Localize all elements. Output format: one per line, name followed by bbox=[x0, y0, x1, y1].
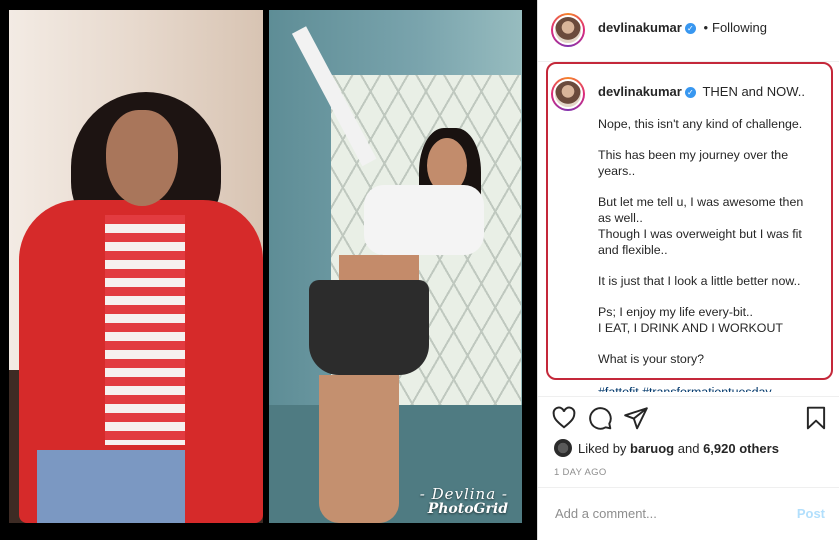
caption-paragraph: But let me tell u, I was awesome then as… bbox=[598, 195, 804, 257]
jeans bbox=[37, 450, 185, 523]
post-photo[interactable]: - Devlina - PhotoGrid bbox=[0, 0, 537, 540]
person-face bbox=[106, 110, 178, 206]
caption-paragraph: This has been my journey over the years.… bbox=[598, 148, 789, 178]
caption-hashtags[interactable]: #fattofit #transformationtuesday bbox=[598, 384, 828, 392]
verified-badge-icon: ✓ bbox=[684, 87, 696, 99]
comment-input[interactable] bbox=[553, 505, 777, 522]
header-username[interactable]: devlinakumar bbox=[598, 20, 682, 35]
watermark-app: PhotoGrid bbox=[427, 501, 508, 518]
caption-username[interactable]: devlinakumar bbox=[598, 84, 682, 99]
action-bar bbox=[538, 396, 839, 437]
avatar-image bbox=[553, 15, 583, 45]
caption-author-avatar[interactable] bbox=[551, 77, 585, 111]
white-crop-top bbox=[364, 185, 484, 255]
bookmark-icon[interactable] bbox=[803, 405, 829, 431]
comment-icon[interactable] bbox=[587, 405, 613, 431]
black-skirt bbox=[309, 280, 429, 375]
caption-paragraph: It is just that I look a little better n… bbox=[598, 274, 801, 288]
post-header: devlinakumar ✓ • Following bbox=[538, 0, 839, 62]
separator-dot: • bbox=[703, 20, 709, 35]
post-details-panel: devlinakumar ✓ • Following devlinakumar ✓ T… bbox=[537, 0, 839, 540]
photogrid-watermark: - Devlina - PhotoGrid bbox=[419, 484, 508, 518]
striped-shirt bbox=[105, 215, 185, 445]
after-photo: - Devlina - PhotoGrid bbox=[269, 10, 522, 523]
caption-title: THEN and NOW.. bbox=[702, 84, 806, 99]
likes-others-link[interactable]: 6,920 others bbox=[703, 441, 779, 456]
heart-icon[interactable] bbox=[551, 405, 577, 431]
comment-bar: Post bbox=[538, 487, 839, 541]
header-user-line: devlinakumar ✓ • Following bbox=[598, 20, 767, 35]
legs bbox=[319, 375, 399, 523]
share-icon[interactable] bbox=[623, 405, 649, 431]
caption-paragraph: What is your story? bbox=[598, 352, 705, 366]
caption-user-line: devlinakumar ✓ THEN and NOW.. bbox=[598, 84, 805, 99]
caption-highlight-box: devlinakumar ✓ THEN and NOW.. Nope, this … bbox=[546, 62, 833, 380]
avatar-image bbox=[553, 79, 583, 109]
caption-paragraph: Ps; I enjoy my life every-bit.. I EAT, I… bbox=[598, 305, 783, 335]
post-timestamp[interactable]: 1 DAY AGO bbox=[554, 467, 607, 478]
following-button[interactable]: Following bbox=[712, 20, 767, 35]
caption-body: Nope, this isn't any kind of challenge. … bbox=[598, 116, 818, 382]
liker-username[interactable]: baruog bbox=[630, 441, 674, 456]
author-avatar[interactable] bbox=[551, 13, 585, 47]
before-photo bbox=[9, 10, 263, 523]
comments-section[interactable]: devlinakumar ✓ THEN and NOW.. Nope, this … bbox=[538, 62, 839, 392]
likes-prefix: Liked by bbox=[578, 440, 627, 456]
likes-summary: Liked by baruog and 6,920 others bbox=[554, 439, 779, 457]
likes-conjunction: and bbox=[677, 440, 700, 456]
verified-badge-icon: ✓ bbox=[684, 23, 696, 35]
liker-avatar[interactable] bbox=[554, 439, 572, 457]
watermark-name: - Devlina - bbox=[419, 484, 508, 503]
caption-paragraph: Nope, this isn't any kind of challenge. bbox=[598, 117, 803, 131]
post-comment-button[interactable]: Post bbox=[797, 506, 825, 521]
